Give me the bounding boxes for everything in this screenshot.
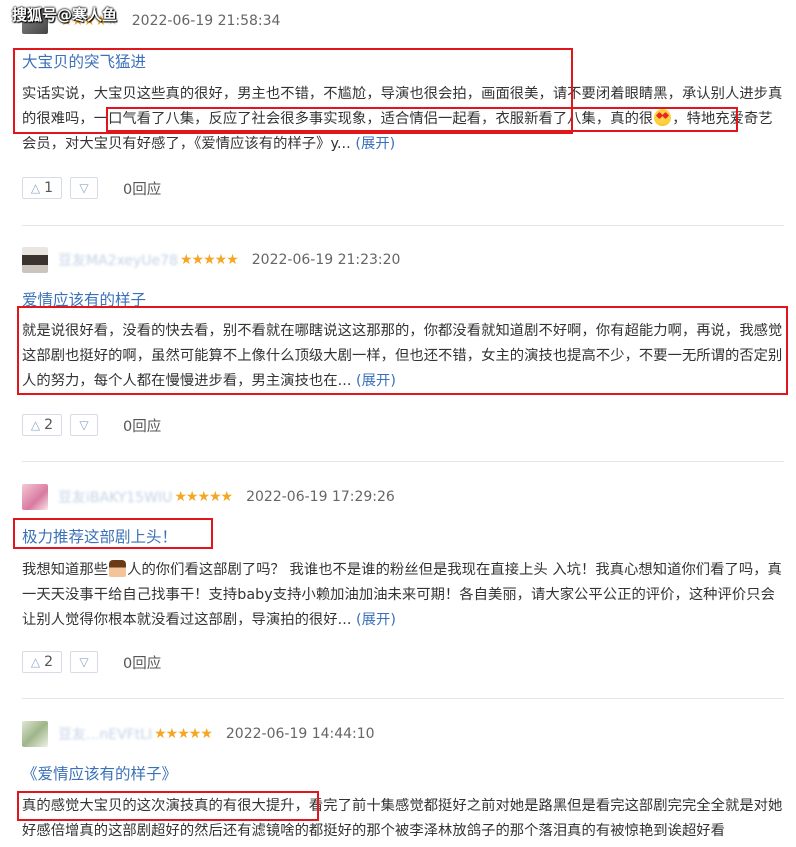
- rating-stars: ★★★★★: [174, 489, 233, 505]
- reply-link[interactable]: 0回应: [123, 415, 161, 436]
- upvote-count: 1: [44, 180, 54, 196]
- review-actions: △ 1 ▽ 0回应: [22, 176, 161, 200]
- girl-emoji-icon: [109, 560, 127, 577]
- triangle-down-icon: ▽: [79, 655, 89, 669]
- avatar[interactable]: [22, 484, 48, 510]
- avatar[interactable]: [22, 721, 48, 747]
- triangle-down-icon: ▽: [79, 418, 89, 432]
- upvote-button[interactable]: △ 2: [22, 414, 62, 436]
- username[interactable]: 豆友MA2xeyUe78: [58, 250, 178, 270]
- review-body: 就是说很好看，没看的快去看，别不看就在哪瞎说这这那那的，你都没看就知道剧不好啊，…: [22, 323, 783, 389]
- review-header: 豆友MA2xeyUe78 ★★★★★ 2022-06-19 21:23:20: [22, 247, 400, 273]
- review-actions: △ 2 ▽ 0回应: [22, 650, 161, 674]
- expand-link[interactable]: (展开): [356, 612, 396, 628]
- downvote-button[interactable]: ▽: [70, 177, 98, 199]
- rating-stars: ★★★★★: [154, 726, 213, 742]
- review-header: 豆友iBAKY15WIU ★★★★★ 2022-06-19 17:29:26: [22, 484, 395, 510]
- review-header: 豆友...nEVFtLI ★★★★★ 2022-06-19 14:44:10: [22, 721, 375, 747]
- review-actions: △ 2 ▽ 0回应: [22, 413, 161, 437]
- review-title[interactable]: 《爱情应该有的样子》: [22, 762, 177, 784]
- username[interactable]: 豆友iBAKY15WIU: [58, 487, 172, 507]
- review-date: 2022-06-19 17:29:26: [246, 489, 395, 505]
- triangle-up-icon: △: [30, 655, 41, 669]
- reply-link[interactable]: 0回应: [123, 652, 161, 673]
- upvote-button[interactable]: △ 1: [22, 177, 62, 199]
- reply-link[interactable]: 0回应: [123, 178, 161, 199]
- username[interactable]: 豆友...nEVFtLI: [58, 724, 152, 744]
- rating-stars: ★★★★★: [180, 252, 239, 268]
- triangle-up-icon: △: [30, 418, 41, 432]
- divider: [22, 225, 784, 226]
- review-body: 我想知道那些 人的你们看这部剧了吗？ 我谁也不是谁的粉丝但是我现在直接上头 入坑！…: [22, 560, 782, 628]
- review-title[interactable]: 极力推荐这部剧上头！: [22, 525, 177, 547]
- watermark: 搜狐号@寒人鱼: [12, 6, 118, 24]
- divider: [22, 698, 784, 699]
- expand-link[interactable]: (展开): [355, 136, 395, 152]
- review-date: 2022-06-19 21:23:20: [251, 252, 401, 268]
- review-body: 实话实说，大宝贝这些真的很好，男主也不错，不尴尬，导演也很会拍，画面很美，请不要…: [22, 86, 783, 152]
- expand-link[interactable]: (展开): [356, 373, 396, 389]
- triangle-up-icon: △: [30, 181, 41, 195]
- review-date: 2022-06-19 14:44:10: [225, 726, 375, 742]
- upvote-count: 2: [44, 417, 54, 433]
- heart-eyes-emoji-icon: [654, 109, 672, 126]
- review-date: 2022-06-19 21:58:34: [131, 13, 281, 29]
- upvote-count: 2: [44, 654, 54, 670]
- review-body: 真的感觉大宝贝的这次演技真的有很大提升，看完了前十集感觉都挺好之前对她是路黑但是…: [22, 798, 783, 839]
- downvote-button[interactable]: ▽: [70, 651, 98, 673]
- triangle-down-icon: ▽: [79, 181, 89, 195]
- review-title[interactable]: 大宝贝的突飞猛进: [22, 50, 146, 72]
- divider: [22, 461, 784, 462]
- downvote-button[interactable]: ▽: [70, 414, 98, 436]
- avatar[interactable]: [22, 247, 48, 273]
- review-title[interactable]: 爱情应该有的样子: [22, 288, 146, 310]
- upvote-button[interactable]: △ 2: [22, 651, 62, 673]
